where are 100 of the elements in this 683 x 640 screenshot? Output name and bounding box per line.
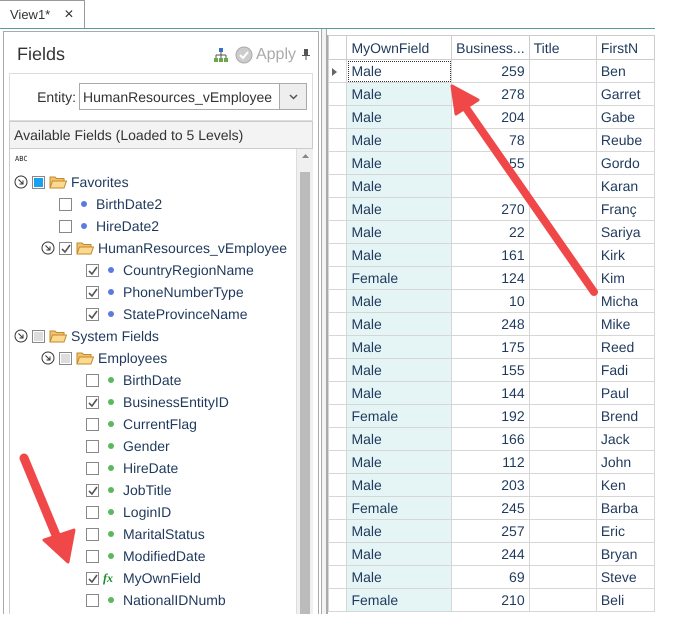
checkbox[interactable] <box>59 220 72 232</box>
checkbox[interactable] <box>86 484 99 496</box>
table-cell: Male <box>346 542 452 566</box>
table-cell: Ben <box>596 60 654 82</box>
folder-icon <box>49 329 67 343</box>
checkbox[interactable] <box>86 572 99 584</box>
tree-item[interactable]: NationalIDNumb <box>123 592 226 608</box>
tree-item[interactable]: Gender <box>123 438 170 454</box>
checkbox[interactable] <box>86 462 99 474</box>
checkbox[interactable] <box>59 198 72 210</box>
table-cell: 166 <box>452 428 530 450</box>
tree-item[interactable]: HumanResources_vEmployee <box>98 240 288 256</box>
folder-icon <box>49 175 67 189</box>
tree-item[interactable]: BirthDate2 <box>96 196 162 212</box>
column-header[interactable]: MyOwnField <box>346 36 452 60</box>
table-cell: 175 <box>452 336 530 358</box>
table-cell <box>529 428 596 450</box>
tree-item[interactable]: MyOwnField <box>123 570 201 586</box>
checkbox[interactable] <box>86 594 99 606</box>
tree-item[interactable]: HireDate2 <box>96 218 160 234</box>
table-cell <box>529 128 596 152</box>
checkbox[interactable] <box>59 352 72 364</box>
table-cell <box>529 542 596 566</box>
tree-item[interactable]: PhoneNumberType <box>123 284 244 300</box>
collapse-icon[interactable] <box>41 241 55 255</box>
table-cell <box>529 474 596 496</box>
checkbox[interactable] <box>86 264 99 276</box>
table-cell: 257 <box>452 520 530 542</box>
tree-item[interactable]: JobTitle <box>123 482 172 498</box>
checkbox[interactable] <box>86 506 99 518</box>
table-cell: Paul <box>596 382 654 404</box>
close-icon[interactable]: × <box>64 6 74 24</box>
pin-icon[interactable] <box>302 49 310 60</box>
checkbox[interactable] <box>86 418 99 430</box>
table-cell: 112 <box>452 450 530 474</box>
current-row-icon <box>332 68 337 76</box>
table-cell: 203 <box>452 474 530 496</box>
checkbox[interactable] <box>86 286 99 298</box>
table-cell: Male <box>346 382 452 404</box>
table-cell: Beli <box>596 588 654 612</box>
table-cell: Male <box>346 198 452 220</box>
table-cell: 245 <box>452 496 530 520</box>
table-cell: Male <box>346 82 452 106</box>
checkbox[interactable] <box>86 528 99 540</box>
tree-item[interactable]: LoginID <box>123 504 172 520</box>
tree-item[interactable]: Favorites <box>71 174 129 190</box>
table-cell: Male <box>346 106 452 128</box>
checkbox[interactable] <box>86 374 99 386</box>
tree-item[interactable]: MaritalStatus <box>123 526 205 542</box>
tree-item[interactable]: CountryRegionName <box>123 262 254 278</box>
table-cell: 155 <box>452 358 530 382</box>
table-cell: Male <box>346 428 452 450</box>
table-cell <box>529 520 596 542</box>
tree-item[interactable]: BirthDate <box>123 372 182 388</box>
checkbox[interactable] <box>32 176 45 188</box>
table-cell: Brend <box>596 404 654 428</box>
entity-dropdown[interactable]: HumanResources_vEmployee <box>79 83 307 110</box>
check-circle-icon <box>234 46 253 64</box>
table-cell <box>529 404 596 428</box>
tree-item[interactable]: HireDate <box>123 460 178 476</box>
table-cell <box>529 198 596 220</box>
table-cell: Male <box>346 450 452 474</box>
column-header[interactable]: FirstN <box>596 36 654 60</box>
scrollbar[interactable] <box>296 149 313 614</box>
checkbox[interactable] <box>59 242 72 254</box>
column-header[interactable]: Title <box>529 36 596 60</box>
table-cell: 22 <box>452 220 530 244</box>
table-cell: Franç <box>596 198 654 220</box>
collapse-icon[interactable] <box>41 351 55 365</box>
tree-item[interactable]: ModifiedDate <box>123 548 206 564</box>
checkbox[interactable] <box>86 308 99 320</box>
table-cell <box>529 496 596 520</box>
tree-item[interactable]: StateProvinceName <box>123 306 248 322</box>
tree-item[interactable]: CurrentFlag <box>123 416 197 432</box>
tree-item[interactable]: System Fields <box>71 328 159 344</box>
table-cell: Steve <box>596 566 654 588</box>
table-cell: Male <box>346 60 452 82</box>
table-cell: Gabe <box>596 106 654 128</box>
hierarchy-icon[interactable] <box>212 46 229 62</box>
table-cell: 244 <box>452 542 530 566</box>
scroll-up-icon[interactable] <box>302 154 308 158</box>
formula-icon: fx <box>103 570 119 586</box>
checkbox[interactable] <box>32 330 45 342</box>
collapse-icon[interactable] <box>14 175 28 189</box>
collapse-icon[interactable] <box>14 329 28 343</box>
table-cell: Male <box>346 358 452 382</box>
checkbox[interactable] <box>86 550 99 562</box>
table-cell: Male <box>346 520 452 542</box>
table-cell: Jack <box>596 428 654 450</box>
column-header[interactable]: Business... <box>452 36 530 60</box>
table-cell: Male <box>346 174 452 198</box>
tree-item[interactable]: BusinessEntityID <box>123 394 229 410</box>
table-cell: Sariya <box>596 220 654 244</box>
table-cell: Male <box>346 152 452 174</box>
document-tab[interactable]: View1* × <box>0 0 85 28</box>
checkbox[interactable] <box>86 396 99 408</box>
checkbox[interactable] <box>86 440 99 452</box>
table-cell: Fadi <box>596 358 654 382</box>
tree-item[interactable]: Employees <box>98 350 168 366</box>
section-header: Available Fields (Loaded to 5 Levels) <box>9 121 313 149</box>
